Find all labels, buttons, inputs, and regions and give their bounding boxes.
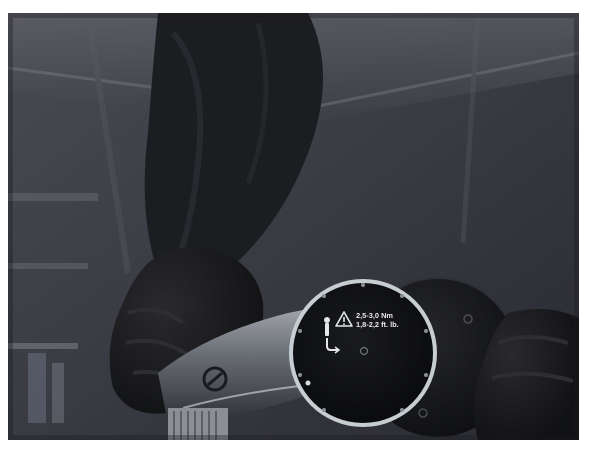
disc-front — [289, 279, 437, 427]
disc-label-ftlb: 1,8-2,2 ft. lb. — [356, 320, 399, 329]
photo-frame: 2,5-3,0 Nm 1,8-2,2 ft. lb. — [8, 13, 579, 440]
disc-label-nm: 2,5-3,0 Nm — [356, 311, 393, 320]
photo-scene: 2,5-3,0 Nm 1,8-2,2 ft. lb. — [8, 13, 579, 440]
